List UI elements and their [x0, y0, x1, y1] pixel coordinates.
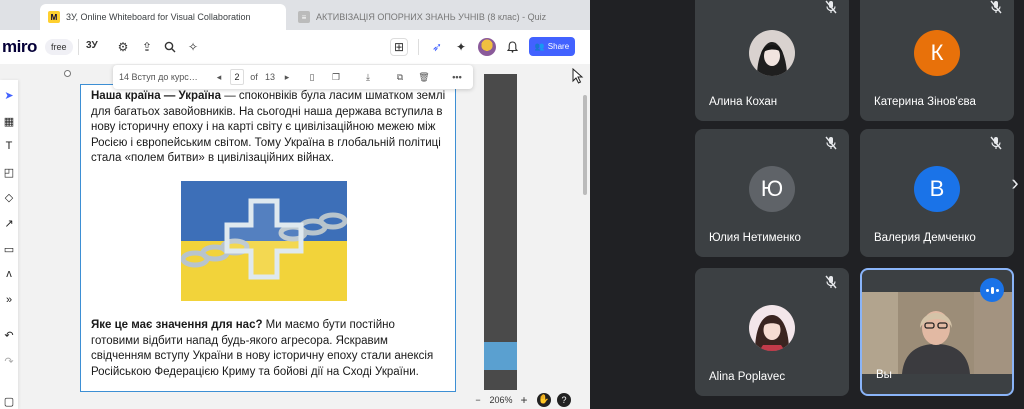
paragraph-2: Яке це має значення для нас? Ми маємо бу…: [91, 318, 446, 380]
divider: [418, 39, 419, 55]
next-participants-chevron-icon[interactable]: ›: [1006, 168, 1024, 198]
hand-feedback-icon[interactable]: ✋: [537, 392, 551, 407]
participant-tile[interactable]: К Катерина Зінов'єва: [860, 0, 1014, 121]
tab-title: 3У, Online Whiteboard for Visual Collabo…: [66, 12, 251, 22]
people-icon: 👥: [534, 42, 545, 51]
prev-page-icon[interactable]: ◂: [213, 69, 225, 85]
participant-name: Юлия Нетименко: [709, 232, 801, 244]
share-button[interactable]: 👥 Share: [529, 37, 575, 56]
participant-initial-avatar: К: [914, 30, 960, 76]
paragraph-1: Наша країна — Україна — споконвіків була…: [91, 89, 446, 167]
screen: M 3У, Online Whiteboard for Visual Colla…: [0, 0, 1024, 409]
export-upload-icon[interactable]: ⇪: [138, 38, 156, 56]
miro-favicon-icon: M: [48, 11, 60, 23]
participant-name: Вы: [876, 369, 892, 381]
bookmark-icon[interactable]: ▯: [305, 69, 319, 85]
frame-name[interactable]: 14 Вступ до курс…: [119, 69, 205, 85]
undo-icon[interactable]: ↶: [0, 326, 18, 344]
participant-tile[interactable]: Alina Poplavec: [695, 268, 849, 396]
more-tools-icon[interactable]: »: [0, 291, 18, 309]
help-icon[interactable]: ?: [557, 392, 571, 407]
share-label: Share: [547, 42, 570, 51]
page-total: 13: [264, 72, 275, 82]
board-map-icon[interactable]: ▢: [0, 392, 18, 409]
tools-sidebar: ➤ ▦ T ◰ ◇ ↗ ▭ ʌ » ↶ ↷ ▢: [0, 80, 18, 409]
paragraph-2-bold: Яке це має значення для нас?: [91, 319, 263, 331]
shapes-icon[interactable]: ◇: [0, 188, 18, 206]
tab-title: АКТИВІЗАЦІЯ ОПОРНИХ ЗНАНЬ УЧНІВ (8 клас)…: [316, 12, 547, 22]
mic-muted-icon: [988, 135, 1004, 151]
browser-tab-miro[interactable]: M 3У, Online Whiteboard for Visual Colla…: [40, 4, 286, 30]
participant-name: Валерия Демченко: [874, 232, 976, 244]
select-cursor-icon[interactable]: ➤: [0, 86, 18, 104]
miro-top-bar: miro free 3У ⚙ ⇪ ✧ ⊞ ➶ ✦ 👥 Share: [0, 30, 590, 64]
paragraph-1-bold: Наша країна — Україна: [91, 90, 221, 102]
redo-icon[interactable]: ↷: [0, 352, 18, 370]
sticky-note-icon[interactable]: ◰: [0, 163, 18, 181]
comment-icon[interactable]: ▭: [0, 240, 18, 258]
frame-template-icon[interactable]: ▦: [0, 112, 18, 130]
participant-avatar: [749, 30, 795, 76]
shared-screen: M 3У, Online Whiteboard for Visual Colla…: [0, 0, 590, 409]
more-options-icon[interactable]: •••: [449, 69, 465, 85]
connection-line-icon[interactable]: ↗: [0, 214, 18, 232]
participant-name: Алина Кохан: [709, 96, 778, 108]
pen-icon[interactable]: ʌ: [0, 265, 18, 283]
canvas-shape: [484, 342, 517, 370]
next-page-icon[interactable]: ▸: [281, 69, 293, 85]
browser-tab-quiz[interactable]: ≡ АКТИВІЗАЦІЯ ОПОРНИХ ЗНАНЬ УЧНІВ (8 кла…: [290, 4, 590, 30]
participant-name: Alina Poplavec: [709, 371, 786, 383]
mic-muted-icon: [823, 135, 839, 151]
miro-logo[interactable]: miro: [2, 37, 37, 57]
participant-initial-avatar: В: [914, 166, 960, 212]
participant-initial-avatar: Ю: [749, 166, 795, 212]
document-frame[interactable]: Наша країна — Україна — споконвіків була…: [80, 84, 456, 392]
participant-tile[interactable]: Алина Кохан: [695, 0, 849, 121]
notifications-bell-icon[interactable]: [503, 38, 521, 56]
text-tool-icon[interactable]: T: [0, 137, 18, 155]
delete-trash-icon[interactable]: 🗑: [417, 69, 431, 85]
selection-handle[interactable]: [64, 70, 71, 77]
participant-tile[interactable]: В Валерия Демченко: [860, 129, 1014, 257]
zoom-out-icon[interactable]: −: [470, 395, 486, 405]
apps-icon[interactable]: ⊞: [390, 38, 408, 56]
page-number[interactable]: 2: [230, 69, 244, 85]
quiz-favicon-icon: ≡: [298, 11, 310, 23]
divider: [78, 39, 79, 55]
user-avatar[interactable]: [478, 38, 496, 56]
magic-tools-icon[interactable]: ✧: [184, 38, 202, 56]
mic-muted-icon: [823, 274, 839, 290]
zoom-level[interactable]: 206%: [486, 395, 516, 405]
page-of-label: of: [250, 72, 258, 82]
flag-chain-image: [181, 181, 347, 301]
zoom-in-icon[interactable]: +: [516, 393, 532, 407]
download-icon[interactable]: ⤓: [361, 69, 375, 85]
duplicate-icon[interactable]: ⧉: [393, 69, 407, 85]
copy-icon[interactable]: ❐: [329, 69, 343, 85]
search-icon[interactable]: [161, 38, 179, 56]
self-video-feed: [862, 292, 1012, 374]
participant-name: Катерина Зінов'єва: [874, 96, 976, 108]
speaking-indicator-icon: [980, 278, 1004, 302]
mouse-cursor-icon: [572, 67, 584, 84]
frame-toolbar: 14 Вступ до курс… ◂ 2 of 13 ▸ ▯ ❐ ⤓ ⧉ 🗑 …: [113, 65, 473, 89]
participant-tile[interactable]: Ю Юлия Нетименко: [695, 129, 849, 257]
browser-tab-bar: M 3У, Online Whiteboard for Visual Colla…: [0, 0, 590, 30]
self-video-tile[interactable]: Вы: [860, 268, 1014, 396]
mic-muted-icon: [823, 0, 839, 15]
vertical-scrollbar[interactable]: [583, 95, 587, 195]
settings-gear-icon[interactable]: ⚙: [114, 38, 132, 56]
mic-muted-icon: [988, 0, 1004, 15]
plan-badge[interactable]: free: [45, 39, 73, 55]
participant-avatar: [749, 305, 795, 351]
board-name[interactable]: 3У: [86, 40, 98, 51]
celebrate-icon[interactable]: ✦: [452, 38, 470, 56]
zoom-controls: − 206% + ✋ ?: [470, 390, 590, 409]
cursor-follow-icon[interactable]: ➶: [428, 38, 446, 56]
